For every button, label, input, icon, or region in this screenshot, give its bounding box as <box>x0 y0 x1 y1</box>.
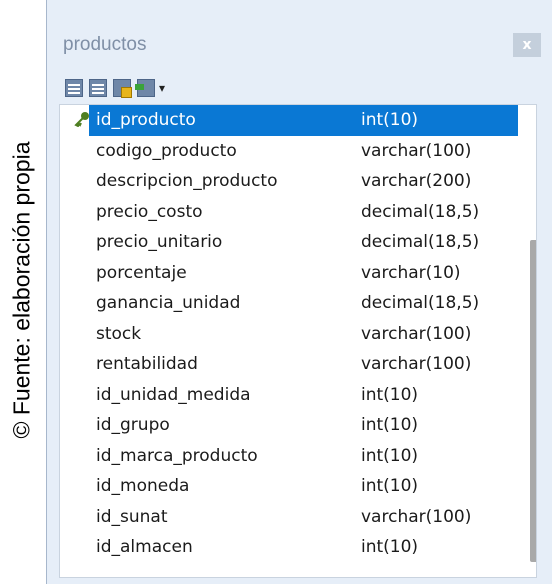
column-type: decimal(18,5) <box>361 201 480 222</box>
table-row[interactable]: precio_unitario decimal(18,5) <box>60 227 520 258</box>
table-row[interactable]: precio_costo decimal(18,5) <box>60 197 520 228</box>
column-name: id_producto <box>96 110 196 130</box>
column-type: varchar(100) <box>361 354 472 374</box>
column-list[interactable]: id_producto int(10) codigo_producto varchar… <box>59 104 537 578</box>
table-row[interactable]: id_almacen int(10) <box>60 532 520 563</box>
table-row[interactable]: porcentaje varchar(10) <box>60 258 520 289</box>
column-name: id_marca_producto <box>96 445 258 466</box>
column-type: int(10) <box>361 415 419 435</box>
column-name: id_unidad_medida <box>96 384 251 405</box>
table-row-primary-key[interactable]: id_producto int(10) <box>60 105 520 136</box>
column-type: varchar(10) <box>361 262 461 283</box>
column-name: id_grupo <box>96 415 170 435</box>
column-type: int(10) <box>361 110 419 130</box>
column-type: int(10) <box>361 537 419 557</box>
column-type: int(10) <box>361 476 419 496</box>
table-row[interactable]: id_grupo int(10) <box>60 410 520 441</box>
table-row[interactable]: stock varchar(100) <box>60 319 520 350</box>
column-type: varchar(200) <box>361 171 472 191</box>
column-type: int(10) <box>361 445 419 466</box>
column-type: decimal(18,5) <box>361 232 480 252</box>
column-name: stock <box>96 323 142 344</box>
table-row[interactable]: ganancia_unidad decimal(18,5) <box>60 288 520 319</box>
column-type: decimal(18,5) <box>361 293 480 313</box>
window-titlebar[interactable]: productos x <box>47 0 552 62</box>
table-row[interactable]: id_moneda int(10) <box>60 471 520 502</box>
table-row[interactable]: descripcion_producto varchar(200) <box>60 166 520 197</box>
column-type: varchar(100) <box>361 323 472 344</box>
table-columns-icon[interactable] <box>89 79 107 97</box>
close-button[interactable]: x <box>513 33 541 57</box>
table-window[interactable]: productos x ▾ id_producto int(10) codigo_p… <box>46 0 552 584</box>
vertical-scrollbar[interactable] <box>530 240 536 562</box>
column-name: id_moneda <box>96 476 190 496</box>
column-name: codigo_producto <box>96 140 237 161</box>
source-caption-container: © Fuente: elaboración propia <box>0 0 44 584</box>
source-caption: © Fuente: elaboración propia <box>8 141 35 439</box>
table-row[interactable]: rentabilidad varchar(100) <box>60 349 520 380</box>
table-row[interactable]: id_unidad_medida int(10) <box>60 380 520 411</box>
table-row[interactable]: id_sunat varchar(100) <box>60 502 520 533</box>
toolbar: ▾ <box>65 76 165 100</box>
column-type: int(10) <box>361 384 419 405</box>
primary-key-icon <box>74 112 89 127</box>
table-row[interactable]: codigo_producto varchar(100) <box>60 136 520 167</box>
table-row[interactable]: id_marca_producto int(10) <box>60 441 520 472</box>
window-title: productos <box>63 34 147 55</box>
column-name: porcentaje <box>96 262 187 283</box>
table-grid-icon[interactable] <box>65 79 83 97</box>
table-key-icon[interactable] <box>113 79 132 98</box>
insert-column-icon[interactable] <box>135 79 155 97</box>
column-name: precio_costo <box>96 201 203 222</box>
column-name: precio_unitario <box>96 232 223 252</box>
column-name: id_sunat <box>96 506 168 527</box>
column-name: id_almacen <box>96 537 193 557</box>
column-type: varchar(100) <box>361 140 472 161</box>
column-name: rentabilidad <box>96 354 198 374</box>
chevron-down-icon[interactable]: ▾ <box>159 81 165 95</box>
column-name: descripcion_producto <box>96 171 278 191</box>
column-name: ganancia_unidad <box>96 293 241 313</box>
column-type: varchar(100) <box>361 506 472 527</box>
